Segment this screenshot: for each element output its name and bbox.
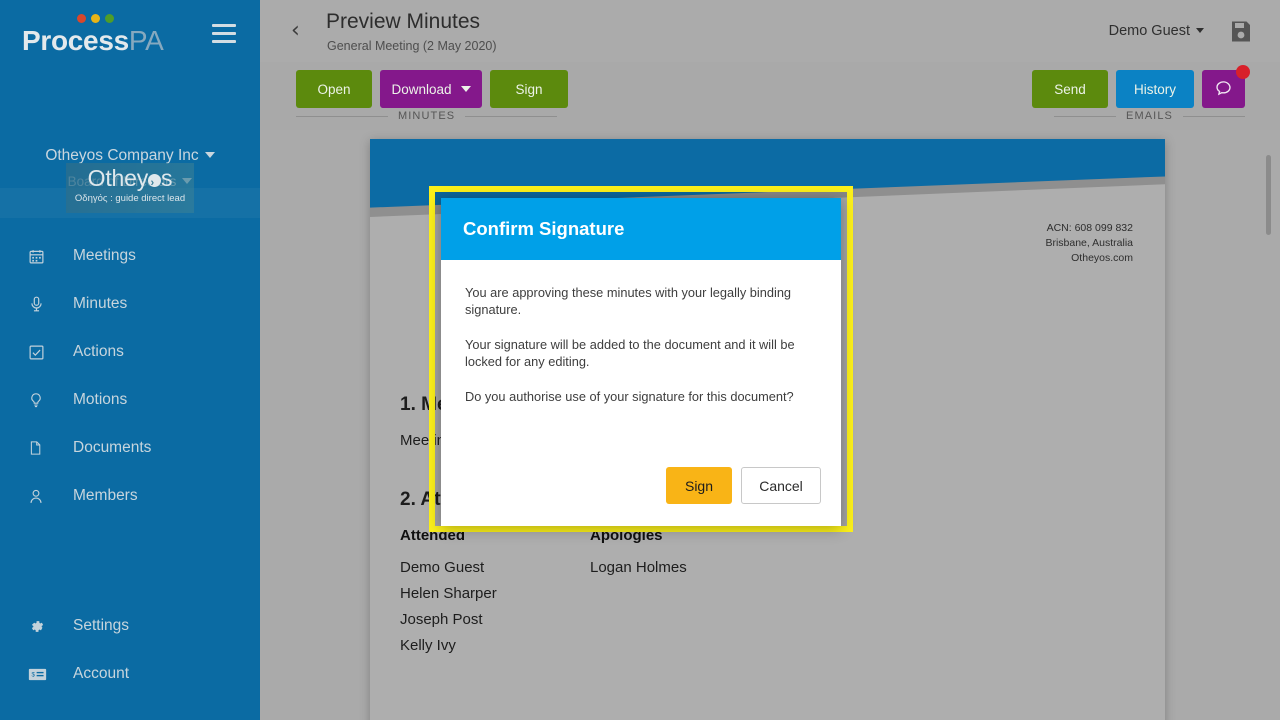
company-website: Otheyos.com [1071,252,1133,264]
document-icon [28,437,56,459]
action-toolbar: Open Download Sign MINUTES Send History [260,62,1280,130]
modal-sign-button[interactable]: Sign [666,467,732,504]
attendance-table: Attended Demo Guest Helen Sharper Joseph… [400,527,1135,659]
org-logo-suffix: s [161,165,173,191]
calendar-icon [28,245,56,267]
brand-text: ProcessPA [22,24,164,58]
chat-bubble-icon [1214,79,1233,100]
divider [296,115,388,117]
modal-actions: Sign Cancel [666,467,821,504]
sidebar-item-meetings[interactable]: Meetings [0,232,260,280]
chat-button[interactable] [1202,65,1250,108]
brand-name-bold: Process [22,25,129,56]
user-menu[interactable]: Demo Guest [1109,23,1204,39]
sidebar-nav-bottom: Settings $ Account [0,602,260,698]
checkbox-icon [28,341,56,363]
divider [1183,115,1245,117]
apologies-column: Apologies Logan Holmes [590,527,780,659]
gear-icon [28,615,56,637]
minutes-caption-label: MINUTES [398,110,456,122]
modal-paragraph-2: Your signature will be added to the docu… [465,337,795,369]
history-button[interactable]: History [1116,70,1194,108]
sidebar-item-members[interactable]: Members [0,472,260,520]
chevron-down-icon [1196,28,1204,33]
sidebar-item-minutes[interactable]: Minutes [0,280,260,328]
chevron-down-icon [204,152,215,158]
page-subtitle: General Meeting (2 May 2020) [327,39,497,53]
download-label: Download [391,81,452,97]
hamburger-icon[interactable] [212,24,236,43]
attendee-name: Kelly Ivy [400,637,456,654]
modal-paragraph-3: Do you authorise use of your signature f… [465,389,794,404]
card-icon: $ [28,663,56,685]
chevron-left-icon[interactable]: ‹ [291,20,300,42]
modal-cancel-button[interactable]: Cancel [741,467,821,504]
sidebar-item-settings[interactable]: Settings [0,602,260,650]
open-button[interactable]: Open [296,70,372,108]
sidebar-item-label: Actions [73,343,124,360]
modal-header: Confirm Signature [441,198,841,260]
minutes-caption: MINUTES [296,110,558,122]
sidebar-item-label: Documents [73,439,152,456]
logo-dots-icon [77,14,164,23]
floppy-save-icon[interactable] [1230,20,1252,48]
page-title: Preview Minutes [326,10,481,33]
modal-paragraph-1: You are approving these minutes with you… [465,285,792,317]
org-label: Otheyos Company Inc [45,147,199,164]
attendee-name: Helen Sharper [400,585,497,602]
emails-caption-label: EMAILS [1126,110,1173,122]
org-logo: Otheys Οδηγός : guide direct lead [66,163,194,213]
user-name: Demo Guest [1108,23,1190,39]
sidebar-item-actions[interactable]: Actions [0,328,260,376]
modal-title: Confirm Signature [463,218,625,239]
notification-badge [1236,65,1250,79]
document-company-details: ACN: 608 099 832 Brisbane, Australia Oth… [1045,221,1133,266]
lightbulb-icon [28,389,56,411]
sidebar-item-documents[interactable]: Documents [0,424,260,472]
sidebar-item-account[interactable]: $ Account [0,650,260,698]
sidebar-item-label: Motions [73,391,128,408]
sidebar-header: ProcessPA [0,0,260,145]
sidebar-item-motions[interactable]: Motions [0,376,260,424]
app-root: ProcessPA Otheyos Company Inc Board of D… [0,0,1280,720]
modal-body: You are approving these minutes with you… [441,260,841,405]
sidebar-item-label: Members [73,487,138,504]
sidebar: ProcessPA Otheyos Company Inc Board of D… [0,0,260,720]
chevron-down-icon [460,86,471,92]
person-icon [28,485,56,507]
org-logo-text: Otheys [66,165,194,197]
page-header: ‹ Preview Minutes General Meeting (2 May… [260,0,1280,62]
sidebar-item-label: Settings [73,617,130,634]
minutes-actions: Open Download Sign [296,70,568,108]
attendee-name: Joseph Post [400,611,483,628]
company-acn: ACN: 608 099 832 [1046,222,1133,234]
microphone-icon [28,293,56,315]
arrow-circle-icon [148,170,162,197]
attended-column: Attended Demo Guest Helen Sharper Joseph… [400,527,590,659]
scrollbar[interactable] [1263,130,1274,720]
org-logo-prefix: Othey [87,165,149,191]
email-actions: Send History [1032,65,1250,108]
download-button[interactable]: Download [380,70,482,108]
apology-name: Logan Holmes [590,559,687,576]
sign-button[interactable]: Sign [490,70,568,108]
sidebar-nav: Meetings Minutes Actions Motions Documen… [0,232,260,520]
send-button[interactable]: Send [1032,70,1108,108]
sidebar-item-label: Meetings [73,247,136,264]
attendee-name: Demo Guest [400,559,485,576]
org-logo-tagline: Οδηγός : guide direct lead [74,193,186,204]
confirm-signature-dialog: Confirm Signature You are approving thes… [441,198,841,526]
app-logo: ProcessPA [22,14,164,58]
company-city: Brisbane, Australia [1045,237,1133,249]
divider [465,115,558,117]
brand-name-light: PA [128,25,164,56]
scrollbar-thumb[interactable] [1266,155,1271,235]
emails-caption: EMAILS [1054,110,1245,122]
sidebar-item-label: Account [73,665,130,682]
divider [1054,115,1117,117]
sidebar-item-label: Minutes [73,295,128,312]
